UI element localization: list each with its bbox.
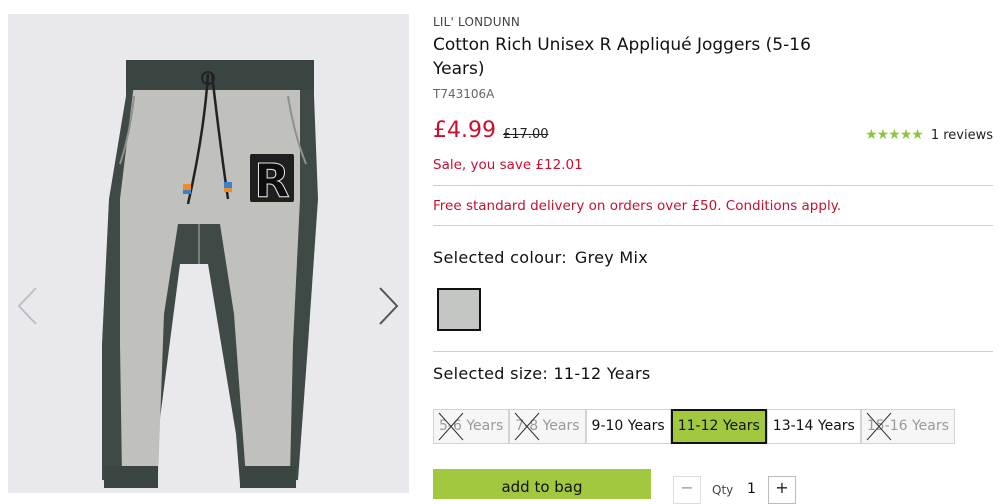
qty-decrease-button[interactable]: − xyxy=(673,476,701,504)
size-option-label: 13-14 Years xyxy=(772,418,855,434)
sale-price: £4.99 xyxy=(433,118,496,143)
colour-value: Grey Mix xyxy=(574,248,649,267)
size-option-label: 9-10 Years xyxy=(591,418,665,434)
size-option-5-6[interactable]: 5-6 Years xyxy=(433,409,510,444)
delivery-text[interactable]: Free standard delivery on orders over £5… xyxy=(433,198,841,214)
price-row: £4.99 £17.00 ★★★★★ 1 reviews xyxy=(433,118,993,148)
size-option-13-14[interactable]: 13-14 Years xyxy=(766,409,861,444)
qty-label: Qty xyxy=(712,483,734,497)
product-image: R xyxy=(102,60,318,488)
divider xyxy=(433,351,993,352)
size-label-text: Selected size: xyxy=(433,364,549,383)
colour-swatch-grey-mix[interactable] xyxy=(437,288,481,331)
chevron-right-icon[interactable] xyxy=(376,284,402,328)
qty-increase-button[interactable]: + xyxy=(768,476,796,504)
chevron-left-icon[interactable] xyxy=(14,284,40,328)
rating-summary[interactable]: ★★★★★ 1 reviews xyxy=(865,127,993,143)
applique-letter: R xyxy=(254,154,289,208)
divider xyxy=(433,185,993,186)
product-image-gallery: R xyxy=(8,14,409,493)
unavailable-cross-icon xyxy=(514,412,540,441)
selected-size-label: Selected size: 11-12 Years xyxy=(433,364,651,383)
product-title: Cotton Rich Unisex R Appliqué Joggers (5… xyxy=(433,35,811,79)
size-option-9-10[interactable]: 9-10 Years xyxy=(585,409,671,444)
size-option-15-16[interactable]: 15-16 Years xyxy=(860,409,955,444)
unavailable-cross-icon xyxy=(866,412,892,441)
brand-name: LIL' LONDUNN xyxy=(433,15,521,29)
size-options: 5-6 Years 7-8 Years 9-10 Years 11-12 Yea… xyxy=(433,409,955,444)
product-sku: T743106A xyxy=(433,87,495,101)
colour-label-text: Selected colour: xyxy=(433,248,567,267)
divider xyxy=(433,225,993,226)
selected-colour-label: Selected colour: Grey Mix xyxy=(433,248,648,267)
size-value: 11-12 Years xyxy=(553,364,651,383)
reviews-link[interactable]: 1 reviews xyxy=(931,128,993,143)
original-price: £17.00 xyxy=(503,127,549,142)
size-option-label: 11-12 Years xyxy=(677,418,760,434)
size-option-7-8[interactable]: 7-8 Years xyxy=(509,409,586,444)
qty-value[interactable]: 1 xyxy=(747,481,756,497)
unavailable-cross-icon xyxy=(438,412,464,441)
savings-text: Sale, you save £12.01 xyxy=(433,157,583,173)
size-option-11-12[interactable]: 11-12 Years xyxy=(670,409,767,444)
star-rating-icon: ★★★★★ xyxy=(865,127,924,143)
add-to-bag-button[interactable]: add to bag xyxy=(433,469,651,499)
